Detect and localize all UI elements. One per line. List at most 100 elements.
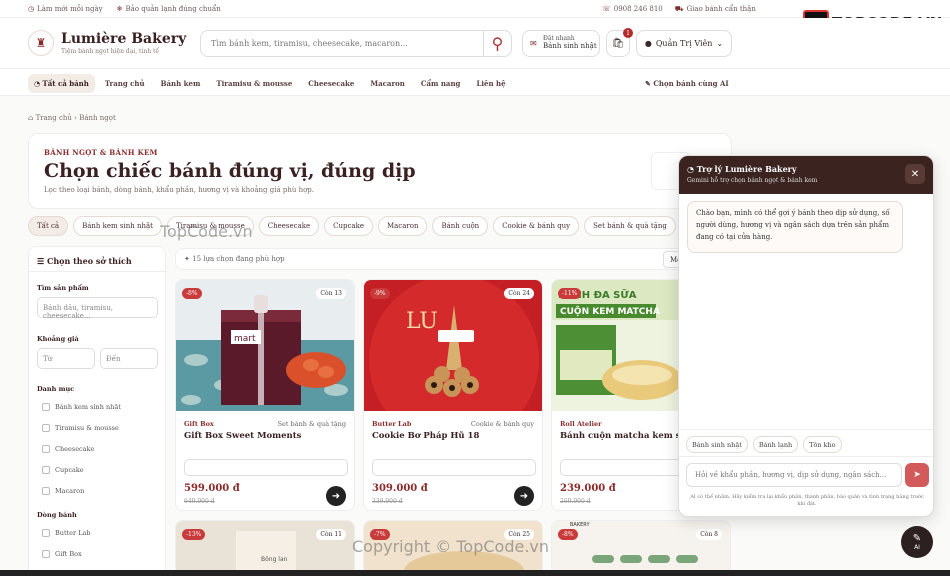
checkbox[interactable] bbox=[42, 424, 50, 432]
chat-input[interactable]: Hỏi về khẩu phần, hương vị, dịp sử dụng,… bbox=[686, 463, 902, 487]
chip-gift[interactable]: Set bánh & quà tặng bbox=[584, 216, 676, 236]
chip-roll[interactable]: Bánh cuộn bbox=[432, 216, 489, 236]
product-card[interactable]: Bông lan -13% Còn 11 bbox=[175, 520, 355, 576]
hero-subtitle: Lọc theo loại bánh, dòng bánh, khẩu phần… bbox=[44, 186, 315, 194]
search-bar[interactable]: Tìm bánh kem, tiramisu, cheesecake, maca… bbox=[200, 30, 512, 57]
product-name[interactable]: Gift Box Sweet Moments bbox=[184, 431, 301, 441]
category-checkbox[interactable]: Tiramisu & mousse bbox=[42, 424, 119, 432]
product-price: 239.000 đ bbox=[560, 483, 616, 494]
nav-guide[interactable]: Cẩm nang bbox=[415, 74, 467, 93]
product-card[interactable]: BAKERY -8% Còn 8 bbox=[551, 520, 731, 576]
sliders-icon: ☰ bbox=[37, 256, 45, 266]
page-title: Chọn chiếc bánh đúng vị, đúng dịp bbox=[44, 160, 416, 182]
phone-icon: ☏ bbox=[602, 5, 611, 13]
chip-birthday[interactable]: Bánh kem sinh nhật bbox=[73, 216, 162, 236]
stock-badge: Còn 8 bbox=[696, 529, 722, 540]
nav-all-cakes[interactable]: ◔ Tất cả bánh bbox=[28, 74, 95, 93]
filter-panel: ☰ Chọn theo sở thích Tìm sản phẩm Bánh d… bbox=[28, 246, 181, 576]
checkbox[interactable] bbox=[42, 445, 50, 453]
checkbox-label: Butter Lab bbox=[55, 529, 91, 537]
ai-pick-link[interactable]: ✎ Chọn bánh cùng AI bbox=[645, 79, 729, 88]
chip-all[interactable]: Tất cả bbox=[28, 216, 69, 236]
cart-button[interactable]: 🛍 1 bbox=[606, 28, 633, 57]
category-checkbox[interactable]: Cupcake bbox=[42, 466, 84, 474]
checkbox[interactable] bbox=[42, 550, 50, 558]
suggestion-chip[interactable]: Tôn kho bbox=[803, 436, 842, 453]
chevron-down-icon: ⌄ bbox=[716, 39, 724, 48]
ai-fab-button[interactable]: ✎ AI bbox=[901, 526, 933, 558]
category-checkbox[interactable]: Bánh kem sinh nhật bbox=[42, 403, 121, 411]
nav-contact[interactable]: Liên hệ bbox=[470, 74, 511, 93]
breadcrumb-home[interactable]: Trang chủ bbox=[36, 114, 72, 122]
product-name[interactable]: Cookie Bơ Pháp Hũ 18 bbox=[372, 431, 479, 441]
checkbox-label: Gift Box bbox=[55, 550, 82, 558]
line-checkbox[interactable]: Butter Lab bbox=[42, 529, 91, 537]
product-search-input[interactable]: Bánh dâu, tiramisu, cheesecake... bbox=[37, 297, 158, 320]
chip-cupcake[interactable]: Cupcake bbox=[324, 216, 373, 236]
category-checkbox[interactable]: Macaron bbox=[42, 487, 84, 495]
line-checkbox[interactable]: Gift Box bbox=[42, 550, 82, 558]
chip-macaron[interactable]: Macaron bbox=[377, 216, 428, 236]
nav-label: Tất cả bánh bbox=[42, 79, 89, 88]
close-button[interactable]: ✕ bbox=[905, 164, 925, 184]
chip-cheesecake[interactable]: Cheesecake bbox=[258, 216, 320, 236]
user-menu[interactable]: ● Quản Trị Viên ⌄ bbox=[636, 30, 732, 57]
checkbox[interactable] bbox=[42, 403, 50, 411]
nav-cheesecake[interactable]: Cheesecake bbox=[302, 74, 360, 93]
nav-tiramisu[interactable]: Tiramisu & mousse bbox=[210, 74, 298, 93]
checkbox-label: Tiramisu & mousse bbox=[55, 424, 119, 432]
option-select[interactable] bbox=[372, 459, 536, 476]
nav-macaron[interactable]: Macaron bbox=[364, 74, 411, 93]
main-nav: ◔ Tất cả bánh Trang chủ Bánh kem Tiramis… bbox=[0, 68, 950, 96]
price-from-input[interactable]: Từ bbox=[37, 348, 95, 369]
chip-cookie[interactable]: Cookie & bánh quy bbox=[493, 216, 580, 236]
gift-icon: ✉ bbox=[530, 39, 537, 48]
hero-eyebrow: BÁNH NGỌT & BÁNH KEM bbox=[44, 148, 158, 157]
svg-text:BAKERY: BAKERY bbox=[570, 522, 590, 528]
product-card[interactable]: LU -9% Còn 24 Butter Lab Cookie & bánh q… bbox=[363, 279, 543, 511]
product-card[interactable]: -7% Còn 25 bbox=[363, 520, 543, 576]
option-select[interactable] bbox=[184, 459, 348, 476]
add-to-cart-button[interactable]: ➜ bbox=[514, 486, 534, 506]
product-card[interactable]: mart -8% Còn 13 Gift Box Set bánh & quà … bbox=[175, 279, 355, 511]
discount-badge: -8% bbox=[558, 529, 578, 540]
nav-home[interactable]: Trang chủ bbox=[99, 74, 151, 93]
checkbox-label: Macaron bbox=[55, 487, 85, 495]
category-checkbox[interactable]: Cheesecake bbox=[42, 445, 94, 453]
search-input[interactable]: Tìm bánh kem, tiramisu, cheesecake, maca… bbox=[211, 39, 408, 48]
price-to-input[interactable]: Đến bbox=[100, 348, 158, 369]
ai-disclaimer: AI có thể nhầm. Hãy kiểm tra lại khẩu ph… bbox=[690, 494, 924, 507]
suggestion-chip[interactable]: Bánh sinh nhật bbox=[686, 436, 748, 453]
add-to-cart-button[interactable]: ➜ bbox=[326, 486, 346, 506]
quick-order-label: Bánh sinh nhật bbox=[543, 42, 597, 50]
delivery-note: ⛟ Giao bánh cẩn thận bbox=[674, 5, 756, 13]
assistant-message: Chào bạn, mình có thể gợi ý bánh theo dị… bbox=[687, 201, 903, 253]
freshness-note: ◷ Làm mới mỗi ngày bbox=[28, 5, 103, 13]
send-icon: ➤ bbox=[913, 470, 921, 480]
checkbox[interactable] bbox=[42, 487, 50, 495]
nav-cakes[interactable]: Bánh kem bbox=[155, 74, 207, 93]
chat-header: ◔ Trợ lý Lumière Bakery Gemini hỗ trợ ch… bbox=[679, 156, 933, 194]
quick-order-button[interactable]: ✉ Đặt nhanh Bánh sinh nhật bbox=[522, 30, 600, 57]
checkbox-label: Bánh kem sinh nhật bbox=[55, 403, 121, 411]
discount-badge: -7% bbox=[370, 529, 390, 540]
ai-fab-label: AI bbox=[914, 544, 920, 551]
ai-chat-panel: ◔ Trợ lý Lumière Bakery Gemini hỗ trợ ch… bbox=[678, 155, 934, 517]
bakery-logo[interactable]: ♜ Lumière Bakery Tiệm bánh ngọt hiện đại… bbox=[28, 30, 186, 56]
send-button[interactable]: ➤ bbox=[905, 463, 929, 487]
price-range-label: Khoảng giá bbox=[37, 335, 79, 343]
storage-note: ❄ Bảo quản lạnh đúng chuẩn bbox=[116, 5, 221, 13]
home-icon: ⌂ bbox=[28, 114, 34, 122]
stock-badge: Còn 24 bbox=[504, 288, 534, 299]
checkbox[interactable] bbox=[42, 529, 50, 537]
results-count: 15 lựa chọn đang phù hợp bbox=[192, 255, 285, 263]
checkbox[interactable] bbox=[42, 466, 50, 474]
phone-link[interactable]: ☏ 0908 246 810 bbox=[602, 5, 663, 14]
product-brand: Roll Atelier bbox=[560, 420, 602, 428]
stock-badge: Còn 11 bbox=[316, 529, 346, 540]
search-button[interactable]: ⚲ bbox=[483, 31, 511, 56]
chip-tiramisu[interactable]: Tiramisu & mousse bbox=[166, 216, 254, 236]
cookie-tin-photo: LU bbox=[364, 280, 542, 445]
suggestion-chip[interactable]: Bánh lạnh bbox=[752, 436, 799, 453]
stock-badge: Còn 25 bbox=[504, 529, 534, 540]
